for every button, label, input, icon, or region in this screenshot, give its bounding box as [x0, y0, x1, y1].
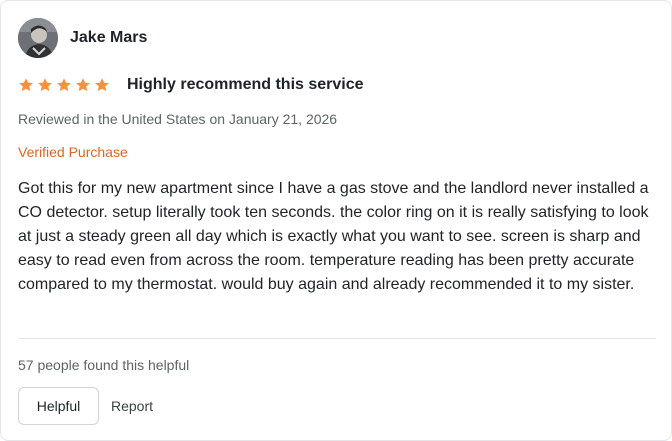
- review-meta: Reviewed in the United States on January…: [18, 111, 338, 127]
- avatar: [18, 18, 58, 58]
- review-actions: Helpful Report: [18, 387, 153, 425]
- user-photo-icon: [18, 18, 58, 58]
- review-title: Highly recommend this service: [127, 76, 364, 93]
- star-icon: [57, 78, 71, 92]
- star-icon: [38, 78, 52, 92]
- star-rating: [18, 77, 113, 93]
- verified-purchase-badge: Verified Purchase: [18, 144, 128, 160]
- helpful-button[interactable]: Helpful: [18, 387, 99, 425]
- rating-row: Highly recommend this service: [18, 74, 364, 96]
- helpful-count: 57 people found this helpful: [18, 357, 190, 373]
- star-icon: [95, 78, 109, 92]
- report-link[interactable]: Report: [111, 398, 153, 414]
- divider: [18, 338, 656, 339]
- review-card: Jake Mars Highly recommend this service …: [0, 0, 672, 441]
- review-body: Got this for my new apartment since I ha…: [18, 180, 649, 293]
- star-icon: [76, 78, 90, 92]
- star-icon: [19, 78, 33, 92]
- author-name: Jake Mars: [70, 29, 148, 46]
- review-author: Jake Mars: [18, 17, 147, 59]
